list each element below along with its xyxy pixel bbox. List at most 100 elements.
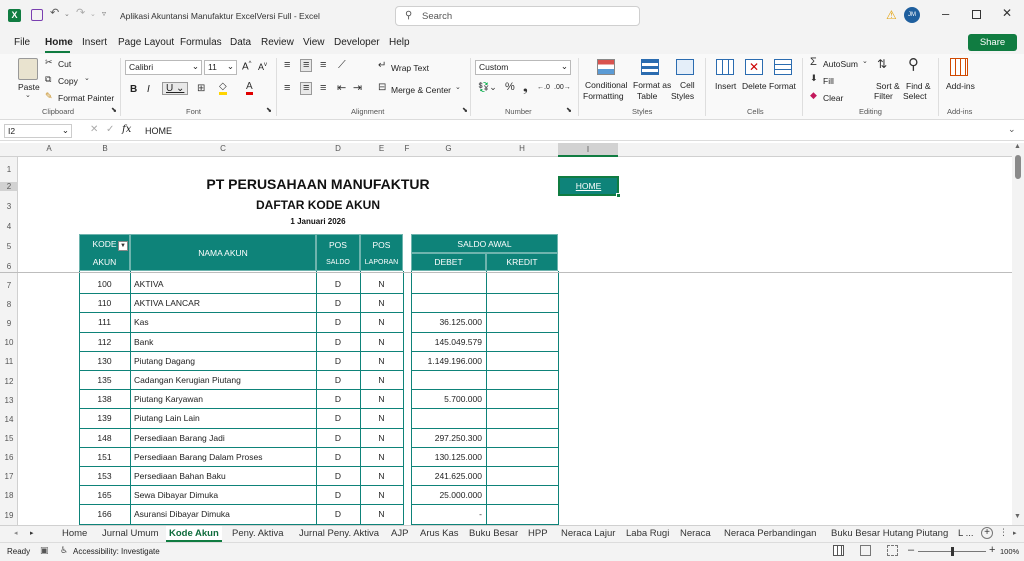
zoom-out-icon[interactable]: – <box>908 544 914 556</box>
row-header[interactable]: 8 <box>0 300 18 309</box>
row-header[interactable]: 4 <box>0 222 18 231</box>
filter-dropdown-icon[interactable]: ▼ <box>118 241 128 251</box>
cell-pos-laporan[interactable]: N <box>360 471 403 481</box>
increase-font-icon[interactable]: A^ <box>242 61 252 72</box>
cell-styles-button[interactable]: Cell <box>680 80 695 90</box>
cell-debet[interactable]: 36.125.000 <box>411 317 486 327</box>
orientation-icon[interactable]: ⟋ <box>338 60 346 71</box>
align-left-icon[interactable]: ≡ <box>284 83 290 94</box>
alignment-launcher-icon[interactable]: ⬊ <box>462 107 468 114</box>
cell-pos-saldo[interactable]: D <box>316 509 360 519</box>
addins-icon[interactable] <box>950 58 968 76</box>
vertical-scrollbar[interactable]: ▲ ▼ <box>1012 143 1024 525</box>
addins-button[interactable]: Add-ins <box>946 81 975 91</box>
cell-debet[interactable]: - <box>411 509 486 519</box>
tab-ajp[interactable]: AJP <box>391 528 408 539</box>
cell-nama[interactable]: Piutang Dagang <box>130 356 316 366</box>
copy-button[interactable]: Copy <box>58 76 78 86</box>
comma-style-icon[interactable]: ❟ <box>523 81 528 93</box>
accessibility-status[interactable]: Accessibility: Investigate <box>73 547 160 556</box>
cell-kode[interactable]: 100 <box>79 279 130 289</box>
merge-center-icon[interactable]: ⊟ <box>378 83 386 93</box>
decrease-indent-icon[interactable]: ⇤ <box>337 83 346 94</box>
cell-pos-laporan[interactable]: N <box>360 509 403 519</box>
cell-nama[interactable]: Persediaan Bahan Baku <box>130 471 316 481</box>
cell-nama[interactable]: Sewa Dibayar Dimuka <box>130 490 316 500</box>
row-header[interactable]: 1 <box>0 165 18 174</box>
underline-icon[interactable]: U ⌄ <box>162 82 189 95</box>
cell-pos-laporan[interactable]: N <box>360 317 403 327</box>
save-icon[interactable] <box>31 9 43 21</box>
tab-neraca[interactable]: Neraca <box>680 528 711 539</box>
number-launcher-icon[interactable]: ⬊ <box>566 107 572 114</box>
enter-icon[interactable]: ✓ <box>106 124 114 135</box>
font-size-select[interactable]: 11 ⌄ <box>204 60 237 75</box>
find-select-icon[interactable]: ⚲ <box>908 57 919 72</box>
cell-nama[interactable]: Persediaan Barang Dalam Proses <box>130 452 316 462</box>
cell-kode[interactable]: 135 <box>79 375 130 385</box>
row-header[interactable]: 3 <box>0 202 18 211</box>
cell-nama[interactable]: AKTIVA <box>130 279 316 289</box>
undo-dropdown-icon[interactable]: ⌄ <box>64 11 70 18</box>
sort-filter-icon[interactable]: ⇅ <box>877 58 887 70</box>
cell-kode[interactable]: 138 <box>79 394 130 404</box>
share-button[interactable]: Share <box>968 34 1017 51</box>
cell-pos-saldo[interactable]: D <box>316 337 360 347</box>
menu-home[interactable]: Home <box>45 37 73 48</box>
zoom-in-icon[interactable]: + <box>989 544 995 556</box>
row-header[interactable]: 10 <box>0 338 18 347</box>
zoom-level[interactable]: 100% <box>1000 547 1019 556</box>
menu-file[interactable]: File <box>14 37 30 48</box>
tab-home[interactable]: Home <box>62 528 87 539</box>
tab-jurnal-peny-aktiva[interactable]: Jurnal Peny. Aktiva <box>299 528 379 539</box>
tab-hpp[interactable]: HPP <box>528 528 548 539</box>
cell-nama[interactable]: Piutang Karyawan <box>130 394 316 404</box>
tab-kode-akun[interactable]: Kode Akun <box>166 526 222 542</box>
cell-styles-icon[interactable] <box>676 59 694 75</box>
column-header[interactable]: F <box>403 144 411 153</box>
cell-pos-saldo[interactable]: D <box>316 490 360 500</box>
sort-filter-button[interactable]: Sort & <box>876 81 900 91</box>
row-header[interactable]: 14 <box>0 415 18 424</box>
cell-kode[interactable]: 153 <box>79 471 130 481</box>
menu-review[interactable]: Review <box>261 37 294 48</box>
cell-kode[interactable]: 111 <box>79 317 130 327</box>
clear-icon[interactable]: ◆ <box>810 91 817 100</box>
cell-debet[interactable]: 241.625.000 <box>411 471 486 481</box>
scroll-down-icon[interactable]: ▼ <box>1014 513 1021 520</box>
delete-cells-icon[interactable]: ✕ <box>745 59 763 75</box>
copy-icon[interactable]: ⧉ <box>45 75 51 84</box>
cell-pos-saldo[interactable]: D <box>316 471 360 481</box>
cell-pos-saldo[interactable]: D <box>316 375 360 385</box>
cell-pos-saldo[interactable]: D <box>316 452 360 462</box>
cell-pos-laporan[interactable]: N <box>360 279 403 289</box>
fill-color-icon[interactable]: ◇ <box>219 82 227 95</box>
tab-arus-kas[interactable]: Arus Kas <box>420 528 459 539</box>
redo-icon[interactable]: ↷ <box>76 8 85 19</box>
cell-pos-laporan[interactable]: N <box>360 413 403 423</box>
scroll-up-icon[interactable]: ▲ <box>1014 143 1021 150</box>
row-header[interactable]: 7 <box>0 281 18 290</box>
clear-button[interactable]: Clear <box>823 93 843 103</box>
align-bottom-icon[interactable]: ≡ <box>320 60 326 71</box>
expand-formula-icon[interactable]: ⌄ <box>1008 124 1016 135</box>
cell-pos-saldo[interactable]: D <box>316 356 360 366</box>
row-header[interactable]: 15 <box>0 434 18 443</box>
sort-filter-button-line2[interactable]: Filter <box>874 91 893 101</box>
page-break-view-icon[interactable] <box>887 545 898 556</box>
menu-view[interactable]: View <box>303 37 325 48</box>
cell-nama[interactable]: Cadangan Kerugian Piutang <box>130 375 316 385</box>
close-icon[interactable]: ✕ <box>1002 6 1012 20</box>
merge-center-button[interactable]: Merge & Center <box>391 85 451 95</box>
copy-dropdown-icon[interactable]: ⌄ <box>84 75 90 82</box>
undo-icon[interactable]: ↶ <box>50 8 59 19</box>
conditional-formatting-button[interactable]: Conditional <box>585 80 628 90</box>
tab-more[interactable]: L ... <box>958 528 974 539</box>
tab-buku-besar[interactable]: Buku Besar <box>469 528 518 539</box>
cell-pos-saldo[interactable]: D <box>316 394 360 404</box>
cell-nama[interactable]: Piutang Lain Lain <box>130 413 316 423</box>
selection-handle[interactable] <box>616 193 621 198</box>
accessibility-icon[interactable]: ♿ <box>60 545 68 556</box>
cell-kode[interactable]: 139 <box>79 413 130 423</box>
cell-debet[interactable]: 297.250.300 <box>411 433 486 443</box>
